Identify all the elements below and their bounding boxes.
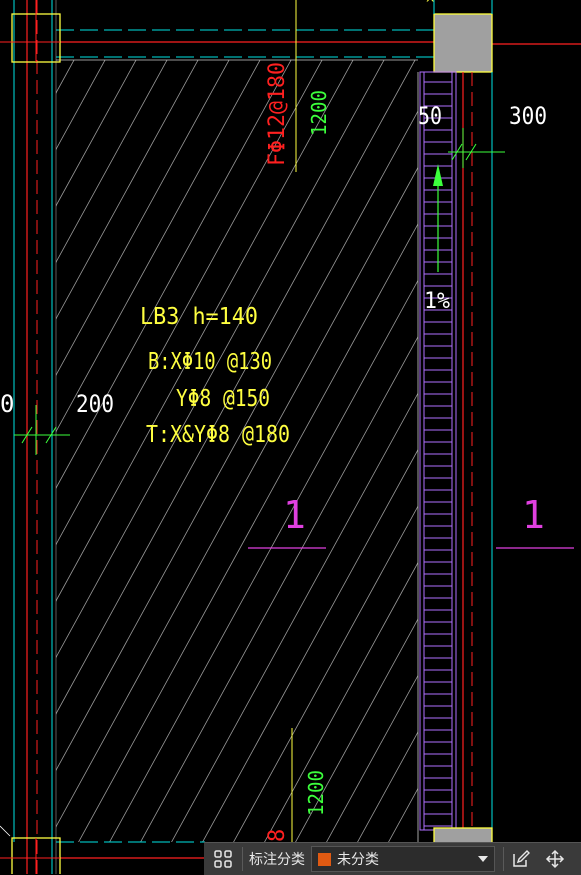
beam-rebar-label[interactable]: FΦ12@180 [265,62,290,166]
edit-icon [513,850,530,867]
bottom-rebar-x[interactable]: B:XΦ10 @130 [148,349,272,375]
right-wall-lines [417,72,493,842]
hatch-line [0,0,14,874]
category-color-swatch [318,852,331,866]
section-mark-right[interactable]: 1 [496,493,574,549]
hatch-line [0,0,45,874]
grid-layout-button[interactable] [204,843,242,875]
hatch-line [388,787,418,842]
slope-arrow [433,164,443,272]
category-value: 未分类 [337,851,379,867]
top-rebar[interactable]: T:X&YΦ8 @180 [146,422,290,448]
dim-1200-top[interactable]: 1200 [307,90,331,136]
dim-tick-right [448,128,505,168]
annotation-category-label: 标注分类 [249,851,305,867]
beam-rebar-partial: 8 [265,829,290,842]
dim-left-partial: 0 [0,390,14,418]
hatch-line [433,0,581,874]
annotation-toolbar: 标注分类 未分类 [204,842,581,875]
column-top-right[interactable] [433,0,493,73]
dim-50[interactable]: 50 [418,102,442,130]
hatch-line [464,0,581,874]
hatch-line [78,223,418,842]
slope-label[interactable]: 1% [424,289,450,314]
section-mark-left-label: 1 [283,493,306,537]
move-icon [545,849,565,869]
slab-label[interactable]: LB3 h=140 [140,304,258,330]
edit-button[interactable] [504,843,538,875]
move-button[interactable] [538,843,572,875]
dim-300[interactable]: 300 [509,102,547,130]
chevron-down-icon [478,856,488,862]
cad-canvas[interactable]: 1 1 LB3 h=140 B:XΦ10 @130 YΦ8 @150 T:X&Y… [0,0,581,874]
grid-icon [214,850,232,868]
dim-200[interactable]: 200 [76,390,114,418]
dim-1200-bottom[interactable]: 1200 [304,770,328,816]
bottom-rebar-y[interactable]: YΦ8 @150 [176,386,270,412]
bottom-beam-lines [56,841,205,859]
top-partial-text: ^ [426,0,434,12]
hatch-line [495,0,581,874]
dim-tick-left [14,405,70,455]
section-mark-right-label: 1 [522,493,545,537]
section-mark-left[interactable]: 1 [248,493,326,549]
column-top-left[interactable] [0,0,61,63]
top-beam-lines [56,29,581,61]
hatch-line [56,60,75,94]
hatch-line [0,0,76,874]
toolbar-divider [242,847,243,871]
hatch-line [56,60,106,151]
hatch-line [264,561,418,842]
category-select[interactable]: 未分类 [311,846,495,872]
slab-hatch [0,0,581,874]
column-bottom-left[interactable] [0,825,61,874]
